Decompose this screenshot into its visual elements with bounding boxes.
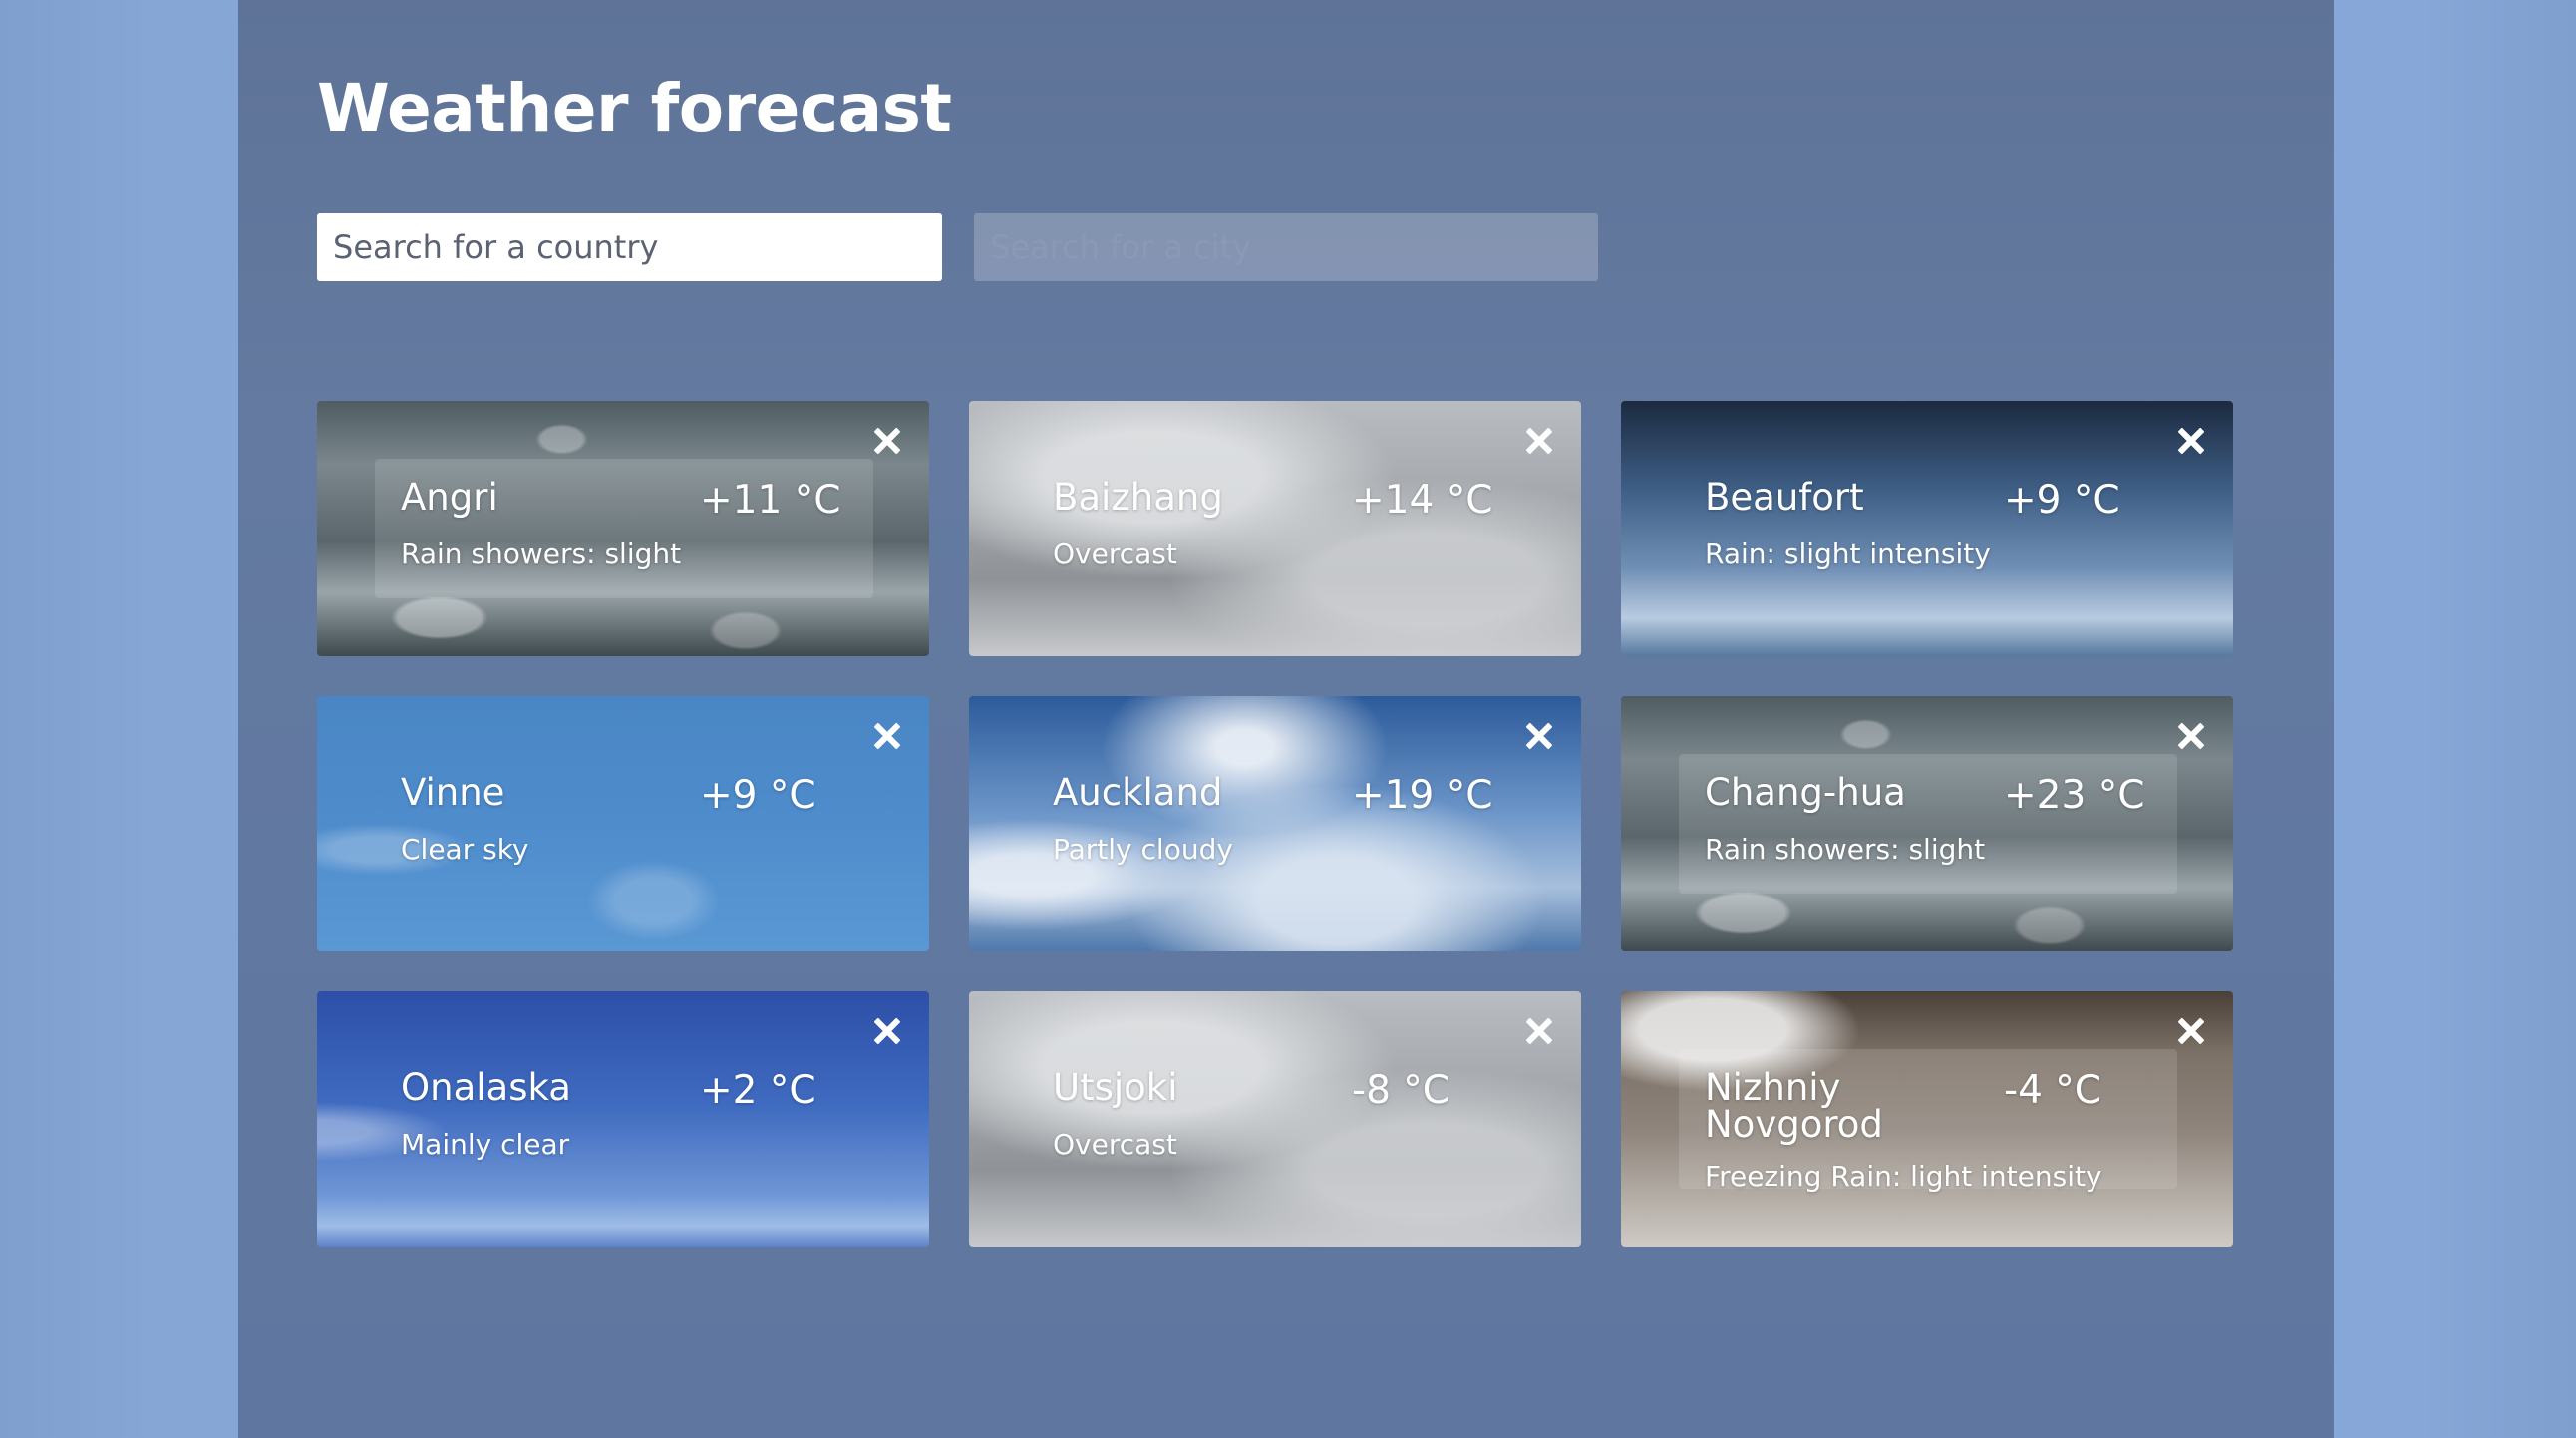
card-weather-description: Overcast	[1053, 1128, 1177, 1161]
close-icon[interactable]	[2173, 1013, 2209, 1049]
weather-card: Angri +11 °C Rain showers: slight	[317, 401, 929, 656]
close-icon[interactable]	[2173, 423, 2209, 459]
card-weather-description: Mainly clear	[401, 1128, 570, 1161]
close-icon[interactable]	[1521, 1013, 1557, 1049]
card-temperature: +14 °C	[1352, 478, 1493, 523]
card-weather-description: Overcast	[1053, 538, 1177, 570]
card-city-name: Beaufort	[1705, 476, 1864, 519]
card-temperature: +23 °C	[2004, 773, 2145, 818]
city-search-input[interactable]	[974, 213, 1598, 281]
card-city-name: Nizhniy Novgorod	[1705, 1066, 1883, 1146]
card-city-name: Chang-hua	[1705, 771, 1906, 814]
card-temperature: +2 °C	[700, 1068, 816, 1113]
card-temperature: +9 °C	[2004, 478, 2120, 523]
card-city-name: Baizhang	[1053, 476, 1223, 519]
weather-card: Vinne +9 °C Clear sky	[317, 696, 929, 951]
close-icon[interactable]	[869, 423, 905, 459]
main-panel: Weather forecast Angri +11 °C Rain showe…	[238, 0, 2334, 1438]
page-title: Weather forecast	[317, 70, 952, 147]
card-city-name: Auckland	[1053, 771, 1223, 814]
weather-card: Utsjoki -8 °C Overcast	[969, 991, 1581, 1247]
weather-card: Chang-hua +23 °C Rain showers: slight	[1621, 696, 2233, 951]
weather-card: Beaufort +9 °C Rain: slight intensity	[1621, 401, 2233, 656]
close-icon[interactable]	[1521, 423, 1557, 459]
country-search-input[interactable]	[317, 213, 942, 281]
card-weather-description: Rain: slight intensity	[1705, 538, 1991, 570]
weather-card: Baizhang +14 °C Overcast	[969, 401, 1581, 656]
card-city-name: Utsjoki	[1053, 1066, 1178, 1109]
card-weather-description: Freezing Rain: light intensity	[1705, 1160, 2102, 1193]
close-icon[interactable]	[869, 1013, 905, 1049]
close-icon[interactable]	[869, 718, 905, 754]
card-weather-description: Rain showers: slight	[1705, 833, 1986, 866]
card-temperature: -8 °C	[1352, 1068, 1450, 1113]
weather-card-grid: Angri +11 °C Rain showers: slight Baizha…	[317, 401, 2246, 1247]
card-temperature: -4 °C	[2004, 1068, 2102, 1113]
card-weather-description: Clear sky	[401, 833, 529, 866]
weather-card: Onalaska +2 °C Mainly clear	[317, 991, 929, 1247]
card-weather-description: Rain showers: slight	[401, 538, 682, 570]
card-city-name: Angri	[401, 476, 498, 519]
close-icon[interactable]	[2173, 718, 2209, 754]
card-temperature: +9 °C	[700, 773, 816, 818]
card-temperature: +11 °C	[700, 478, 841, 523]
card-weather-description: Partly cloudy	[1053, 833, 1233, 866]
close-icon[interactable]	[1521, 718, 1557, 754]
weather-card: Nizhniy Novgorod -4 °C Freezing Rain: li…	[1621, 991, 2233, 1247]
card-temperature: +19 °C	[1352, 773, 1493, 818]
card-city-name: Vinne	[401, 771, 505, 814]
weather-card: Auckland +19 °C Partly cloudy	[969, 696, 1581, 951]
card-city-name: Onalaska	[401, 1066, 571, 1109]
